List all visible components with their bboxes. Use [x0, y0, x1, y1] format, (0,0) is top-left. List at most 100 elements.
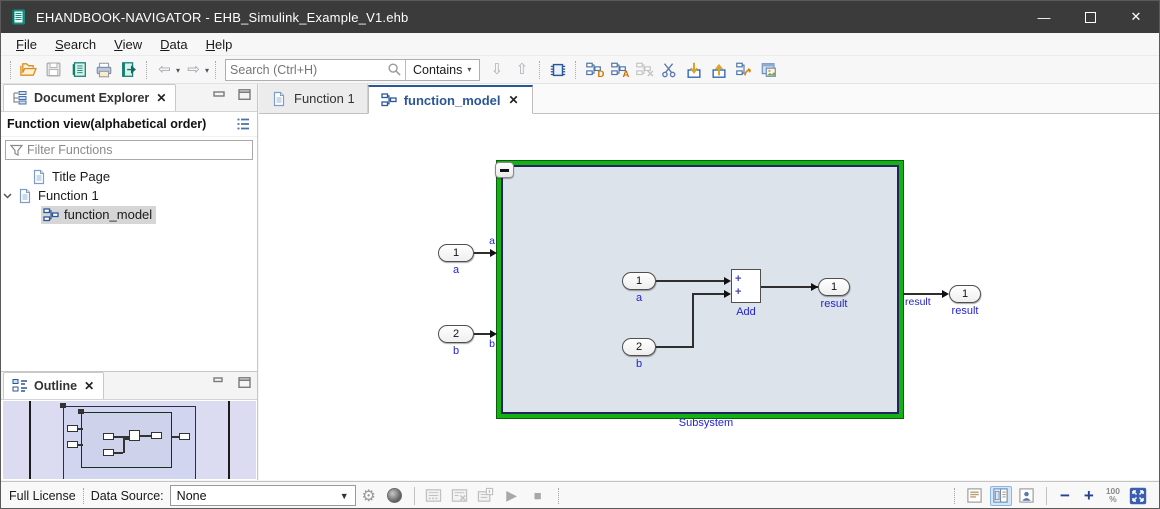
chevron-down-icon: ▼ [340, 491, 349, 501]
menu-search[interactable]: Search [46, 35, 105, 54]
menu-view[interactable]: View [105, 35, 151, 54]
tree-item-label: function_model [64, 207, 152, 222]
diagram-canvas[interactable]: Subsystem 1 a a 2 b b 1 a 2 b [259, 114, 1160, 480]
outline-panel: Outline ✕ [1, 371, 258, 480]
thumb-wire [172, 436, 179, 438]
minimize-panel-icon[interactable] [213, 377, 226, 388]
search-previous-icon[interactable]: ⇧ [511, 59, 532, 80]
menu-file[interactable]: File [7, 35, 46, 54]
close-button[interactable]: ✕ [1113, 1, 1159, 33]
outport-result[interactable]: 1 [949, 285, 981, 303]
tree-item-label: Title Page [52, 169, 110, 184]
tree-item-function-1[interactable]: Function 1 [1, 186, 257, 205]
document-icon [271, 91, 287, 107]
tab-function-model[interactable]: function_model ✕ [368, 85, 533, 114]
measurement-config-icon[interactable] [423, 486, 445, 506]
step-into-subsystem-icon[interactable] [683, 59, 704, 80]
model-icon [43, 207, 59, 223]
document-icon [31, 169, 47, 185]
minimize-panel-icon[interactable] [213, 89, 226, 100]
menu-help[interactable]: Help [197, 35, 242, 54]
search-match-mode-dropdown[interactable]: Contains ▾ [406, 63, 479, 77]
zoom-100-button[interactable]: 100 % [1101, 488, 1125, 503]
measurement-export-icon[interactable] [475, 486, 497, 506]
thumb-handle [78, 409, 84, 414]
show-annotations-on-model-icon[interactable]: A [608, 59, 629, 80]
minimize-button[interactable]: — [1021, 1, 1067, 33]
back-history-dropdown-icon[interactable]: ▾ [176, 64, 180, 75]
presenter-view-icon[interactable] [1016, 486, 1038, 506]
save-icon[interactable] [43, 59, 64, 80]
crop-model-icon[interactable] [658, 59, 679, 80]
forward-history-dropdown-icon[interactable]: ▾ [205, 64, 209, 75]
connector-line [474, 333, 491, 335]
border-port-label-b: b [469, 338, 495, 350]
thumb-wire [123, 438, 125, 453]
navigate-forward-icon[interactable]: ⇨ [183, 59, 204, 80]
tab-function-1[interactable]: Function 1 [259, 84, 368, 113]
single-page-view-icon[interactable] [964, 486, 986, 506]
navigate-back-icon[interactable]: ⇦ [154, 59, 175, 80]
maximize-panel-icon[interactable] [238, 377, 251, 388]
model-view-icon[interactable] [547, 59, 568, 80]
tree-item-title-page[interactable]: Title Page [1, 167, 257, 186]
port-number: 2 [636, 341, 642, 353]
data-settings-gear-icon[interactable]: ⚙ [358, 486, 380, 506]
arrowhead [724, 277, 731, 285]
open-handbook-icon[interactable] [68, 59, 89, 80]
close-icon[interactable]: ✕ [507, 93, 519, 107]
inner-inport-a[interactable]: 1 [622, 272, 656, 290]
data-source-dropdown[interactable]: None ▼ [170, 485, 356, 506]
port-number: 1 [453, 247, 459, 259]
open-in-window-icon[interactable] [758, 59, 779, 80]
measurement-clear-icon[interactable] [449, 486, 471, 506]
zoom-out-button[interactable]: − [1053, 486, 1077, 506]
close-icon[interactable]: ✕ [83, 379, 95, 393]
data-globe-icon[interactable] [384, 486, 406, 506]
tab-label: Function 1 [294, 91, 355, 106]
zoom-in-button[interactable]: + [1077, 486, 1101, 506]
license-status: Full License [9, 489, 76, 503]
search-icon [384, 59, 405, 80]
outline-tab-row: Outline ✕ [1, 372, 257, 400]
view-menu-icon[interactable] [236, 117, 251, 131]
menu-data[interactable]: Data [151, 35, 196, 54]
outline-icon [12, 378, 28, 394]
step-out-of-subsystem-icon[interactable] [708, 59, 729, 80]
inner-inport-b[interactable]: 2 [622, 338, 656, 356]
export-handbook-icon[interactable] [118, 59, 139, 80]
outline-thumbnail[interactable] [3, 401, 256, 479]
close-icon[interactable]: ✕ [155, 91, 167, 105]
open-file-icon[interactable] [18, 59, 39, 80]
fit-to-window-icon[interactable] [1127, 486, 1149, 506]
show-data-on-model-icon[interactable]: D [583, 59, 604, 80]
explorer-tab-row: Document Explorer ✕ [1, 84, 257, 112]
inner-outport-result[interactable]: 1 [818, 278, 850, 296]
separator [10, 61, 11, 79]
outline-tab-label: Outline [34, 379, 77, 393]
filter-functions-input[interactable] [27, 143, 248, 157]
maximize-button[interactable] [1067, 1, 1113, 33]
search-next-icon[interactable]: ⇩ [486, 59, 507, 80]
go-to-top-model-icon[interactable] [733, 59, 754, 80]
stop-measurement-icon[interactable]: ■ [527, 486, 549, 506]
tab-outline[interactable]: Outline ✕ [3, 372, 104, 399]
maximize-panel-icon[interactable] [238, 89, 251, 100]
print-icon[interactable] [93, 59, 114, 80]
search-input[interactable] [226, 61, 384, 79]
split-view-icon[interactable] [990, 486, 1012, 506]
data-source-value: None [177, 489, 207, 503]
arrowhead [942, 290, 949, 298]
chevron-expanded-icon[interactable] [0, 193, 15, 199]
filter-funnel-icon [10, 144, 23, 157]
window-title: EHANDBOOK-NAVIGATOR - EHB_Simulink_Examp… [36, 10, 408, 25]
explorer-tab-label: Document Explorer [34, 91, 149, 105]
tree-item-function-model[interactable]: function_model [1, 205, 257, 224]
clear-model-overlays-icon[interactable]: ✕ [633, 59, 654, 80]
collapse-subsystem-button[interactable] [495, 162, 514, 178]
search-control: Contains ▾ [225, 59, 480, 81]
play-measurement-icon[interactable]: ▶ [501, 486, 523, 506]
add-block[interactable]: + + [731, 269, 761, 303]
tab-document-explorer[interactable]: Document Explorer ✕ [3, 84, 176, 111]
maximize-icon [1085, 12, 1096, 23]
